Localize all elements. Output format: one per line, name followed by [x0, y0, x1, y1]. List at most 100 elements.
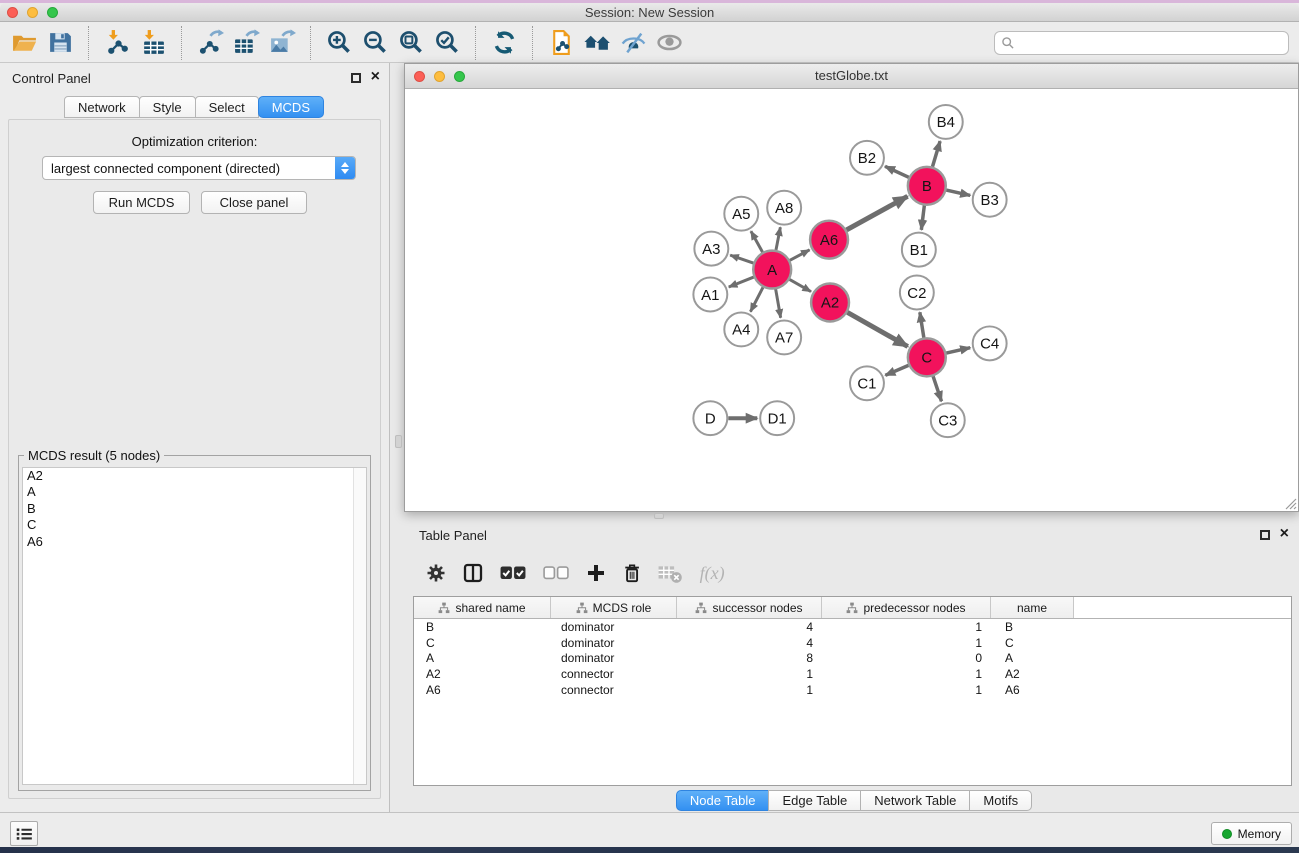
table-row[interactable]: A2connector11A2: [414, 666, 1291, 682]
close-panel-button[interactable]: Close panel: [201, 191, 307, 214]
resize-grip-icon[interactable]: [1284, 497, 1297, 510]
node-C1[interactable]: C1: [850, 366, 884, 400]
float-table-panel-icon[interactable]: [1260, 530, 1270, 540]
tab-motifs[interactable]: Motifs: [969, 790, 1032, 811]
edge-A-A8[interactable]: [776, 227, 780, 250]
minimize-network-window-button[interactable]: [434, 71, 445, 82]
edge-A-A1[interactable]: [729, 277, 754, 287]
hide-details-icon[interactable]: [615, 27, 651, 59]
node-B1[interactable]: B1: [902, 233, 936, 267]
node-B3[interactable]: B3: [973, 183, 1007, 217]
close-network-window-button[interactable]: [414, 71, 425, 82]
zoom-out-icon[interactable]: [357, 27, 393, 59]
zoom-selected-icon[interactable]: [429, 27, 465, 59]
node-A4[interactable]: A4: [724, 312, 758, 346]
deselect-all-icon[interactable]: [543, 560, 569, 586]
vertical-scroll-thumb[interactable]: [395, 435, 402, 448]
mcds-result-item[interactable]: A2: [23, 468, 366, 484]
node-A5[interactable]: A5: [724, 197, 758, 231]
edge-B-B1[interactable]: [921, 206, 924, 230]
memory-button[interactable]: Memory: [1211, 822, 1292, 845]
close-table-panel-icon[interactable]: [1280, 528, 1289, 540]
node-C2[interactable]: C2: [900, 276, 934, 310]
home-icon[interactable]: [579, 27, 615, 59]
node-D1[interactable]: D1: [760, 401, 794, 435]
mcds-result-item[interactable]: A: [23, 484, 366, 500]
edge-A-A3[interactable]: [730, 255, 753, 263]
close-window-button[interactable]: [7, 7, 18, 18]
refresh-icon[interactable]: [486, 27, 522, 59]
show-columns-icon[interactable]: [463, 560, 483, 586]
zoom-network-window-button[interactable]: [454, 71, 465, 82]
node-A3[interactable]: A3: [694, 232, 728, 266]
optimization-criterion-select[interactable]: largest connected component (directed): [42, 156, 356, 180]
node-C[interactable]: C: [908, 338, 946, 376]
export-image-icon[interactable]: [264, 27, 300, 59]
edge-A-A7[interactable]: [776, 289, 781, 318]
column-header-mcds-role[interactable]: MCDS role: [551, 597, 677, 618]
node-D[interactable]: D: [693, 401, 727, 435]
mcds-result-item[interactable]: A6: [23, 534, 366, 550]
mcds-list-scrollbar[interactable]: [353, 468, 366, 784]
horizontal-scroll-thumb[interactable]: [654, 513, 664, 519]
node-A7[interactable]: A7: [767, 320, 801, 354]
open-session-icon[interactable]: [6, 27, 42, 59]
search-field[interactable]: [994, 31, 1289, 55]
import-table-icon[interactable]: [135, 27, 171, 59]
table-mode-icon[interactable]: [426, 560, 446, 586]
new-network-icon[interactable]: [543, 27, 579, 59]
edge-B-B2[interactable]: [885, 166, 909, 177]
run-mcds-button[interactable]: Run MCDS: [93, 191, 190, 214]
tab-edge-table[interactable]: Edge Table: [768, 790, 861, 811]
edge-A-A6[interactable]: [790, 250, 810, 260]
network-canvas[interactable]: AA1A3A5A8A4A7A6A2BB1B2B3B4CC1C2C3C4DD1: [405, 90, 1298, 511]
close-panel-icon[interactable]: [371, 71, 380, 83]
edge-A-A4[interactable]: [750, 287, 763, 311]
edge-C-C2[interactable]: [920, 312, 924, 337]
column-header-successor-nodes[interactable]: successor nodes: [677, 597, 822, 618]
edge-A2-C[interactable]: [847, 312, 907, 346]
mcds-result-item[interactable]: C: [23, 517, 366, 533]
tab-node-table[interactable]: Node Table: [676, 790, 770, 811]
tab-select[interactable]: Select: [195, 96, 259, 118]
float-panel-icon[interactable]: [351, 73, 361, 83]
node-A8[interactable]: A8: [767, 191, 801, 225]
import-network-icon[interactable]: [99, 27, 135, 59]
node-B2[interactable]: B2: [850, 141, 884, 175]
node-A6[interactable]: A6: [810, 221, 848, 259]
edge-A6-B[interactable]: [847, 196, 908, 230]
column-header-predecessor-nodes[interactable]: predecessor nodes: [822, 597, 991, 618]
node-A[interactable]: A: [753, 251, 791, 289]
edge-C-C3[interactable]: [933, 376, 941, 401]
mcds-result-item[interactable]: B: [23, 501, 366, 517]
zoom-in-icon[interactable]: [321, 27, 357, 59]
tab-network[interactable]: Network: [64, 96, 140, 118]
zoom-window-button[interactable]: [47, 7, 58, 18]
edge-C-C1[interactable]: [885, 365, 908, 375]
network-graph[interactable]: AA1A3A5A8A4A7A6A2BB1B2B3B4CC1C2C3C4DD1: [405, 90, 1298, 511]
zoom-fit-icon[interactable]: [393, 27, 429, 59]
tab-style[interactable]: Style: [139, 96, 196, 118]
edge-A-A2[interactable]: [790, 279, 811, 291]
show-details-icon[interactable]: [651, 27, 687, 59]
node-B4[interactable]: B4: [929, 105, 963, 139]
edge-B-B4[interactable]: [933, 141, 941, 167]
minimize-window-button[interactable]: [27, 7, 38, 18]
column-header-name[interactable]: name: [991, 597, 1074, 618]
save-session-icon[interactable]: [42, 27, 78, 59]
edge-A-A5[interactable]: [751, 231, 763, 252]
column-header-shared-name[interactable]: shared name: [414, 597, 551, 618]
export-table-icon[interactable]: [228, 27, 264, 59]
tab-mcds[interactable]: MCDS: [258, 96, 324, 118]
edge-B-B3[interactable]: [946, 190, 970, 195]
node-B[interactable]: B: [908, 167, 946, 205]
task-history-button[interactable]: [10, 821, 38, 846]
add-column-icon[interactable]: [586, 560, 606, 586]
delete-column-icon[interactable]: [623, 560, 641, 586]
table-row[interactable]: Bdominator41B: [414, 619, 1291, 635]
node-A2[interactable]: A2: [811, 284, 849, 322]
select-all-icon[interactable]: [500, 560, 526, 586]
export-network-icon[interactable]: [192, 27, 228, 59]
node-C3[interactable]: C3: [931, 403, 965, 437]
node-A1[interactable]: A1: [693, 278, 727, 312]
